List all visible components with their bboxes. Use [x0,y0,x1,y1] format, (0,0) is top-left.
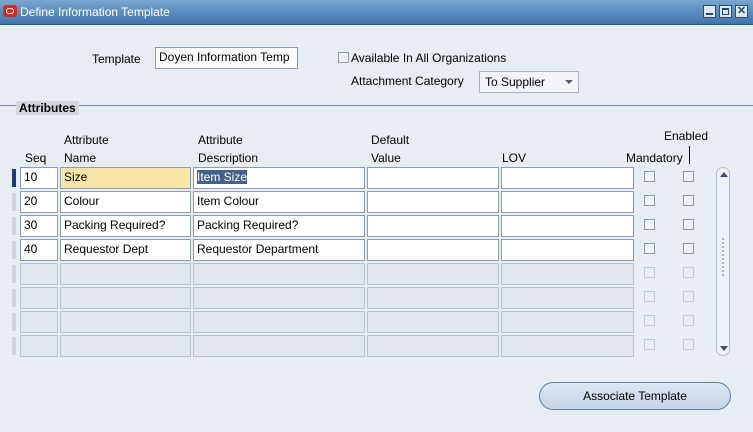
seq-field[interactable]: 20 [20,191,58,213]
lov-field[interactable] [501,191,634,213]
attribute-description-field[interactable]: Requestor Department [193,239,365,261]
available-all-orgs-checkbox[interactable] [338,52,349,63]
row-indicator[interactable] [12,265,16,283]
selected-text: Item Size [197,170,248,184]
enabled-checkbox[interactable] [683,339,694,350]
default-value-field[interactable] [367,287,499,309]
template-field[interactable]: Doyen Information Temp [155,47,298,69]
header-lov: LOV [502,151,527,165]
title-bar: Define Information Template ✕ [0,0,753,25]
chevron-down-icon [565,80,573,84]
oracle-logo-icon [3,5,17,17]
enabled-checkbox[interactable] [683,171,694,182]
mandatory-checkbox[interactable] [644,267,655,278]
attribute-description-field[interactable] [193,311,365,333]
header-default-value-line2: Value [371,151,401,165]
mandatory-checkbox[interactable] [644,339,655,350]
available-all-orgs-label: Available In All Organizations [351,51,507,65]
mandatory-checkbox[interactable] [644,315,655,326]
window-title: Define Information Template [20,5,170,19]
attribute-description-field[interactable]: Packing Required? [193,215,365,237]
default-value-field[interactable] [367,191,499,213]
enabled-header-marker [689,146,690,164]
attribute-name-field[interactable]: Size [60,167,191,189]
attribute-description-field[interactable]: Item Colour [193,191,365,213]
mandatory-checkbox[interactable] [644,171,655,182]
enabled-checkbox[interactable] [683,291,694,302]
default-value-field[interactable] [367,311,499,333]
seq-field[interactable] [20,335,58,357]
attribute-name-field[interactable] [60,311,191,333]
attachment-category-label: Attachment Category [351,74,464,88]
header-mandatory: Mandatory [626,151,683,165]
lov-field[interactable] [501,335,634,357]
lov-field[interactable] [501,263,634,285]
header-enabled: Enabled [664,129,709,143]
row-indicator[interactable] [12,217,16,235]
row-indicator[interactable] [12,241,16,259]
associate-template-button[interactable]: Associate Template [539,382,731,410]
enabled-checkbox[interactable] [683,195,694,206]
attribute-name-field[interactable]: Packing Required? [60,215,191,237]
section-divider [0,105,753,106]
seq-field[interactable]: 30 [20,215,58,237]
header-attribute-description-line1: Attribute [198,133,243,147]
default-value-field[interactable] [367,239,499,261]
default-value-field[interactable] [367,215,499,237]
attribute-description-field[interactable] [193,263,365,285]
attribute-description-field[interactable] [193,287,365,309]
header-seq: Seq [25,151,47,165]
template-label: Template [92,52,141,66]
seq-field[interactable] [20,311,58,333]
mandatory-checkbox[interactable] [644,195,655,206]
maximize-icon[interactable] [719,5,732,18]
attribute-description-field[interactable]: Item Size [193,167,365,189]
close-icon[interactable]: ✕ [735,5,748,18]
attribute-name-field[interactable]: Requestor Dept [60,239,191,261]
row-indicator[interactable] [12,193,16,211]
mandatory-checkbox[interactable] [644,219,655,230]
attribute-name-field[interactable] [60,263,191,285]
attribute-name-field[interactable] [60,287,191,309]
minimize-icon[interactable] [703,5,716,18]
row-indicator[interactable] [12,337,16,355]
enabled-checkbox[interactable] [683,315,694,326]
default-value-field[interactable] [367,335,499,357]
attribute-description-field[interactable] [193,335,365,357]
row-indicator[interactable] [12,289,16,307]
default-value-field[interactable] [367,167,499,189]
attribute-name-field[interactable]: Colour [60,191,191,213]
enabled-checkbox[interactable] [683,267,694,278]
seq-field[interactable]: 40 [20,239,58,261]
header-attribute-name-line1: Attribute [64,133,109,147]
attachment-category-select[interactable]: To Supplier [479,71,579,93]
mandatory-checkbox[interactable] [644,291,655,302]
lov-field[interactable] [501,167,634,189]
header-default-value-line1: Default [371,133,410,147]
row-indicator[interactable] [12,313,16,331]
scroll-down-icon[interactable] [720,346,728,351]
seq-field[interactable]: 10 [20,167,58,189]
attribute-name-field[interactable] [60,335,191,357]
enabled-checkbox[interactable] [683,219,694,230]
seq-field[interactable] [20,287,58,309]
header-attribute-name-line2: Name [64,151,97,165]
vertical-scrollbar[interactable] [716,167,730,356]
enabled-checkbox[interactable] [683,243,694,254]
scroll-up-icon[interactable] [720,172,728,177]
header-attribute-description-line2: Description [198,151,259,165]
scroll-grip[interactable] [722,238,724,278]
lov-field[interactable] [501,215,634,237]
lov-field[interactable] [501,287,634,309]
attachment-category-value: To Supplier [485,75,546,89]
mandatory-checkbox[interactable] [644,243,655,254]
lov-field[interactable] [501,311,634,333]
attributes-section-title: Attributes [16,101,79,115]
lov-field[interactable] [501,239,634,261]
seq-field[interactable] [20,263,58,285]
default-value-field[interactable] [367,263,499,285]
current-row-indicator[interactable] [12,169,16,187]
